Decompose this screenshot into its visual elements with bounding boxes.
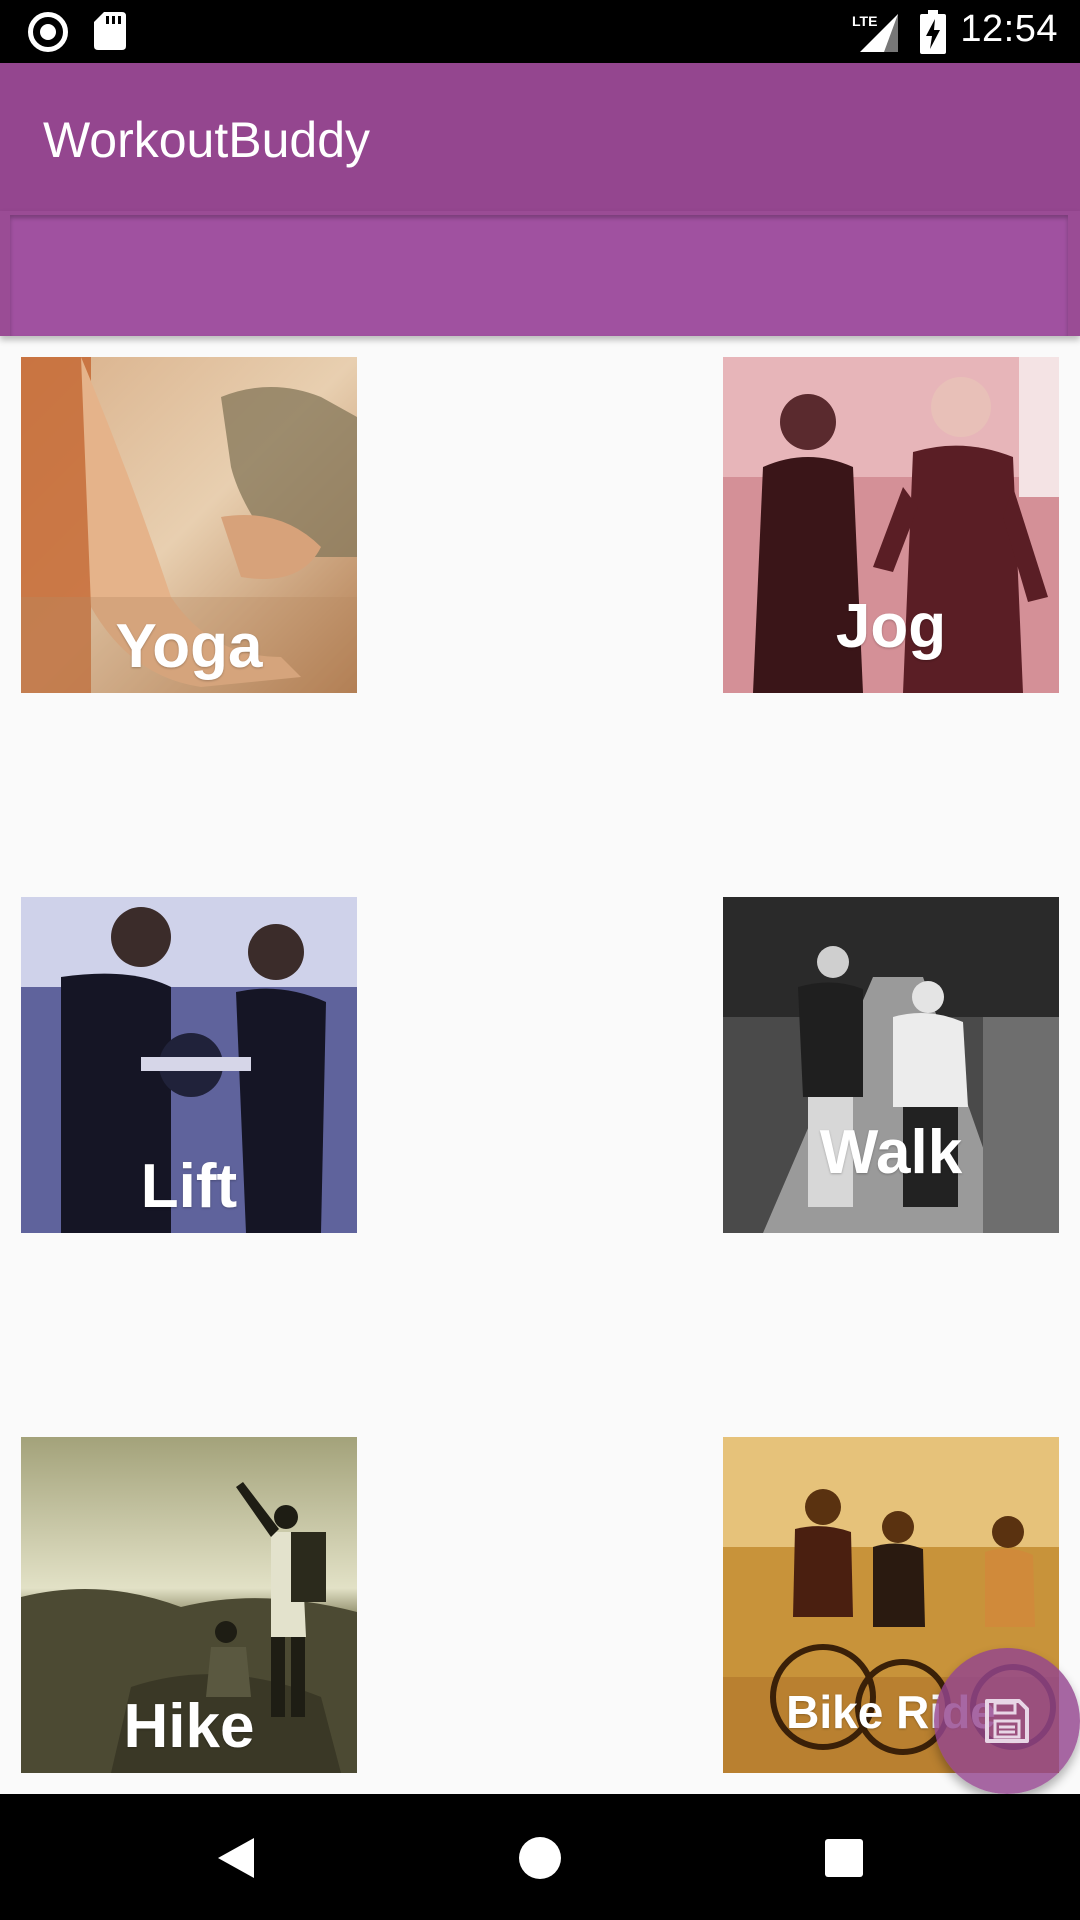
workout-label-hike: Hike (123, 1692, 255, 1761)
workout-tile-walk[interactable]: Walk (723, 897, 1059, 1233)
record-icon (28, 12, 68, 52)
lte-text: LTE (852, 13, 877, 29)
status-time: 12:54 (960, 8, 1058, 50)
workout-tile-hike[interactable]: Hike (21, 1437, 357, 1773)
workout-label-walk: Walk (819, 1118, 963, 1187)
lte-signal-icon: LTE (852, 13, 898, 52)
navigation-bar (0, 1794, 1080, 1920)
workout-label-lift: Lift (140, 1152, 238, 1221)
tab-strip (0, 211, 1080, 336)
app-bar: WorkoutBuddy (0, 63, 1080, 211)
workout-label-jog: Jog (835, 592, 947, 661)
tab-strip-inner (10, 215, 1068, 336)
workout-label-yoga: Yoga (115, 612, 263, 681)
home-icon[interactable] (516, 1834, 564, 1882)
workout-tile-jog[interactable]: Jog (723, 357, 1059, 693)
back-icon[interactable] (212, 1834, 260, 1882)
workout-tile-lift[interactable]: Lift (21, 897, 357, 1233)
app-title: WorkoutBuddy (43, 112, 371, 168)
recents-icon[interactable] (820, 1834, 868, 1882)
save-icon (985, 1699, 1029, 1743)
battery-charging-icon (920, 10, 946, 54)
sd-card-icon (94, 12, 126, 50)
status-bar: LTE 12:54 (0, 0, 1080, 63)
save-fab-button[interactable] (934, 1648, 1080, 1794)
workout-tile-yoga[interactable]: Yoga (21, 357, 357, 693)
